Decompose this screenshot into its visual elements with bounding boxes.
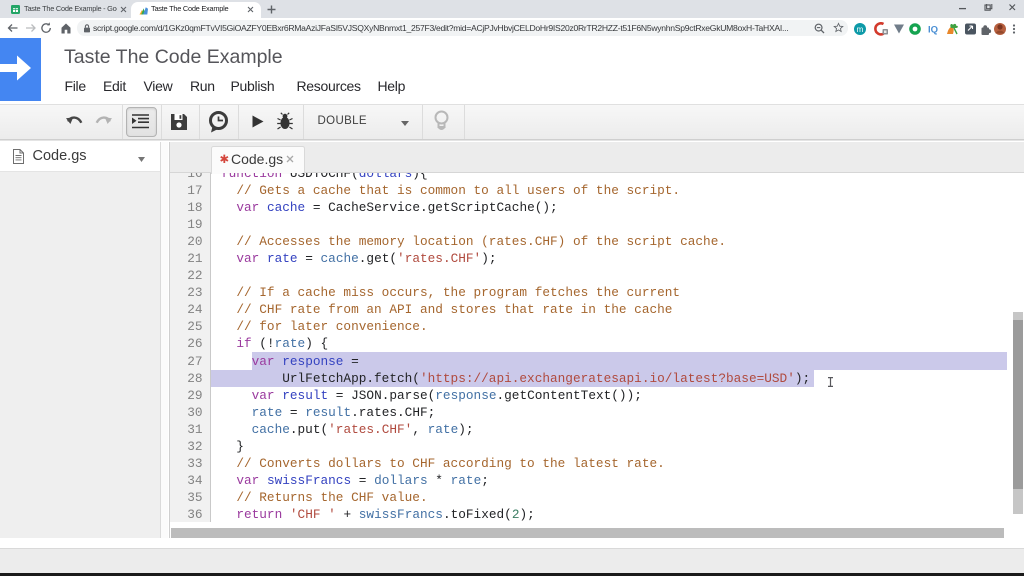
svg-text:m: m: [857, 25, 864, 34]
svg-text:IQ: IQ: [928, 24, 938, 35]
